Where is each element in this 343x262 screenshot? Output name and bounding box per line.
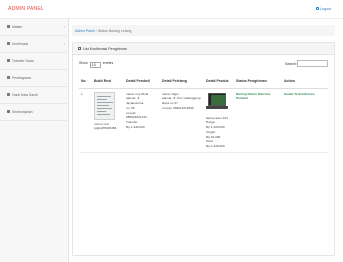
- table-header-row: No↑ Bukti Resi Detail Pembeli Detail Pel…: [79, 75, 328, 89]
- sidebar-item-label: Transfer Dana: [12, 59, 34, 63]
- top-navbar: ADMIN PANEL Logout: [0, 0, 343, 19]
- panel-header: List Konfirmasi Pengiriman: [73, 43, 334, 55]
- breadcrumb-root-link[interactable]: Admin Panel: [75, 29, 95, 33]
- list-icon: [7, 42, 11, 46]
- cell-detail-pelelang: nama: Niger alamat: Jl. Cirt. Gatanggung…: [160, 88, 204, 154]
- sidebar-item-konfirmasi[interactable]: Konfirmasi ‹: [0, 36, 69, 53]
- breadcrumb-separator: /: [95, 28, 97, 33]
- settings-icon: [7, 93, 11, 97]
- receipt-image[interactable]: [94, 91, 115, 120]
- logout-label: Logout: [320, 7, 331, 11]
- grid-icon: [7, 25, 11, 29]
- sidebar-item-label: Pembayaran: [12, 76, 32, 80]
- confirmation-panel: List Konfirmasi Pengiriman Show 10 entri…: [72, 42, 335, 256]
- sidebar: Master ‹ Konfirmasi ‹ Transfer Dana Pemb…: [0, 19, 69, 262]
- resi-number: pdg1235345456: [94, 126, 117, 131]
- chevron-left-icon: ‹: [63, 42, 65, 46]
- column-header-status-pengiriman[interactable]: Status Pengiriman: [234, 75, 282, 89]
- sidebar-item-master[interactable]: Master ‹: [0, 19, 69, 36]
- sidebar-item-label: Ganti Kata Sandi: [12, 93, 38, 97]
- table-icon: [78, 47, 82, 51]
- show-label: Show: [79, 61, 88, 65]
- column-header-detail-pembeli[interactable]: Detail Pembeli: [124, 75, 160, 89]
- entries-select[interactable]: 10: [89, 61, 101, 68]
- transfer-icon: [7, 59, 11, 63]
- sidebar-item-label: Sembunyikan: [12, 110, 33, 114]
- cell-no: 1: [79, 88, 92, 154]
- sidebar-item-pembayaran[interactable]: Pembayaran: [0, 70, 69, 87]
- status-badge: Barang Belum Diterima Pembeli: [236, 91, 271, 101]
- column-header-no[interactable]: No↑: [79, 75, 92, 89]
- sidebar-item-transfer-dana[interactable]: Transfer Dana: [0, 53, 69, 70]
- breadcrumb: Admin Panel / Status Barang Lelang: [72, 25, 335, 36]
- confirm-status-text[interactable]: Sudah Terkonfirmasi: [284, 92, 326, 97]
- sidebar-item-label: Konfirmasi: [12, 42, 29, 46]
- search-input[interactable]: [297, 60, 328, 67]
- breadcrumb-current: Status Barang Lelang: [97, 28, 132, 33]
- sidebar-item-sembunyikan[interactable]: Sembunyikan: [0, 104, 69, 121]
- confirmation-table: No↑ Bukti Resi Detail Pembeli Detail Pel…: [79, 75, 328, 154]
- sidebar-item-ganti-kata-sandi[interactable]: Ganti Kata Sandi: [0, 87, 69, 104]
- search-label: Search:: [285, 62, 298, 66]
- cell-bukti-resi: nomor resi: pdg1235345456: [92, 88, 124, 154]
- logout-icon: [316, 7, 319, 11]
- cell-status-pengiriman: Barang Belum Diterima Pembeli: [234, 88, 282, 154]
- entries-label: entries: [102, 61, 114, 65]
- column-header-bukti-resi[interactable]: Bukti Resi: [92, 75, 124, 89]
- column-header-detail-produk[interactable]: Detail Produk: [204, 75, 234, 89]
- entries-length-control: Show 10 entries: [79, 61, 113, 68]
- product-image[interactable]: [206, 92, 228, 114]
- panel-title: List Konfirmasi Pengiriman: [83, 47, 127, 51]
- cell-action: Sudah Terkonfirmasi: [282, 88, 328, 154]
- logout-link[interactable]: Logout: [316, 7, 331, 11]
- cell-detail-pembeli: nama: Ivry Rizal alamat: Jl. Jayakusuma …: [124, 88, 160, 154]
- chevron-left-icon: ‹: [63, 25, 65, 29]
- user-icon: [7, 110, 11, 114]
- cell-detail-produk: laptop asus 234 Harga: Rp.1.400.000 Ongk…: [204, 88, 234, 154]
- column-header-action[interactable]: Action: [282, 75, 328, 89]
- column-header-detail-pelelang[interactable]: Detail Pelelang: [160, 75, 204, 89]
- document-icon: [7, 76, 11, 80]
- table-row: 1 nomor resi: pdg1235345456 nama: Ivry R…: [79, 88, 328, 154]
- sidebar-item-label: Master: [12, 25, 23, 29]
- app-brand[interactable]: ADMIN PANEL: [8, 6, 44, 12]
